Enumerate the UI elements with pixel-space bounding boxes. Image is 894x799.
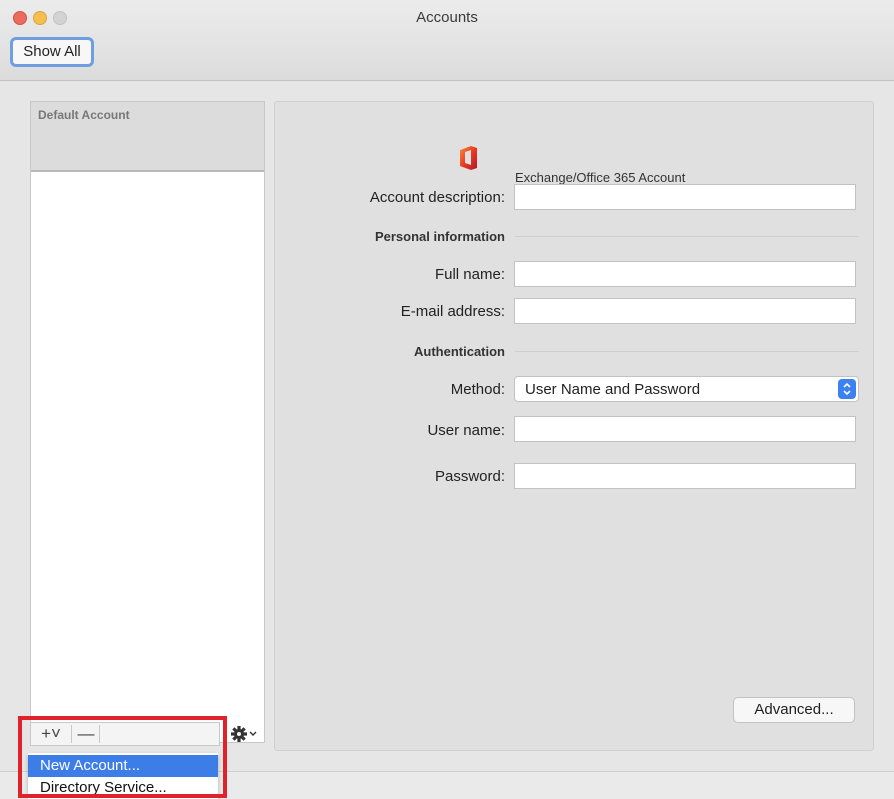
method-select[interactable]: User Name and Password [514, 376, 859, 402]
full-name-field[interactable] [514, 261, 856, 287]
authentication-heading: Authentication [414, 344, 505, 359]
account-type-label: Exchange/Office 365 Account [515, 170, 686, 185]
user-name-label: User name: [427, 422, 505, 439]
advanced-button[interactable]: Advanced... [733, 697, 855, 723]
account-details-panel: Exchange/Office 365 Account Account desc… [274, 101, 874, 751]
gear-icon[interactable] [228, 722, 264, 746]
show-all-button[interactable]: Show All [10, 37, 94, 67]
password-field[interactable] [514, 463, 856, 489]
chevron-updown-icon [838, 379, 856, 399]
password-label: Password: [434, 468, 505, 485]
user-name-field[interactable] [514, 416, 856, 442]
account-description-label: Account description: [369, 189, 505, 206]
email-address-label: E-mail address: [400, 303, 505, 320]
preferences-content: Default Account Exchange/Office 365 Acco… [0, 81, 894, 771]
account-list-item-default[interactable]: Default Account [31, 102, 264, 172]
office-logo-icon [457, 145, 479, 176]
section-divider [515, 351, 859, 352]
method-select-value: User Name and Password [525, 381, 701, 398]
section-divider [515, 236, 859, 237]
account-description-field[interactable] [514, 184, 856, 210]
window-title: Accounts [416, 9, 478, 26]
method-label: Method: [450, 381, 505, 398]
annotation-highlight-box [18, 716, 227, 798]
email-address-field[interactable] [514, 298, 856, 324]
personal-information-heading: Personal information [374, 229, 505, 244]
account-list[interactable]: Default Account [30, 101, 265, 743]
full-name-label: Full name: [434, 266, 505, 283]
title-bar: Accounts Show All [0, 0, 894, 81]
account-list-item-label: Default Account [38, 108, 130, 122]
